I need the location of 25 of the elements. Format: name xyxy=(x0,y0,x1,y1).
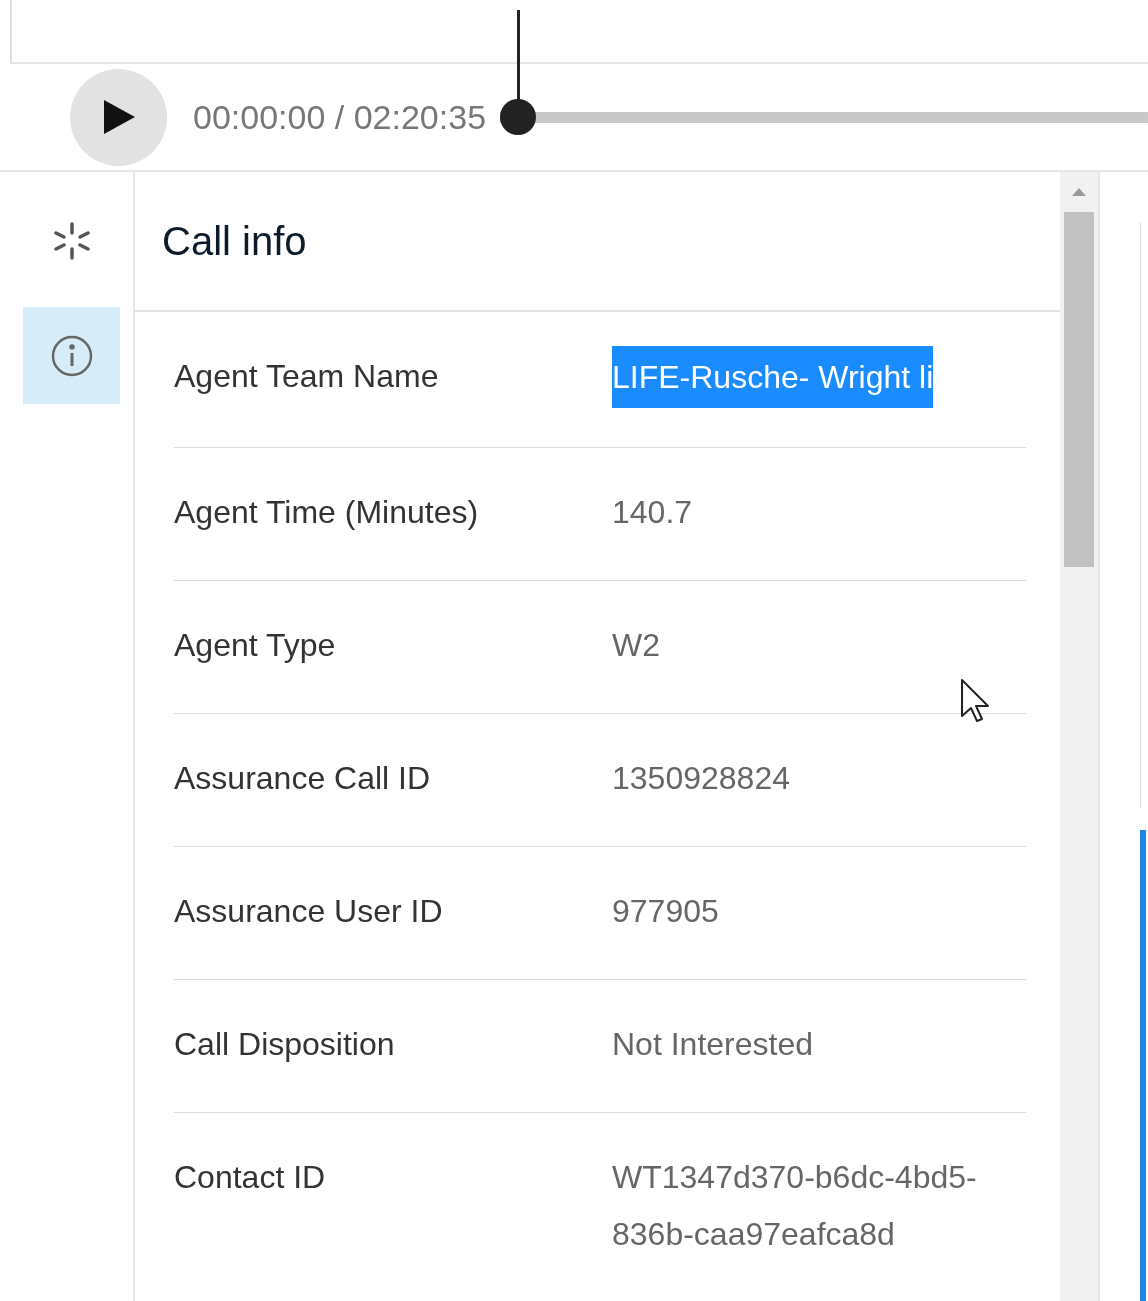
info-icon xyxy=(50,334,93,377)
scroll-up-icon xyxy=(1072,188,1086,196)
cursor-icon xyxy=(960,678,992,724)
field-label: Agent Time (Minutes) xyxy=(174,493,480,532)
asterisk-icon xyxy=(51,220,92,261)
field-label: Agent Type xyxy=(174,626,337,665)
seek-thumb[interactable] xyxy=(500,99,537,135)
field-label: Call Disposition xyxy=(174,1025,396,1064)
field-label: Assurance User ID xyxy=(174,892,444,931)
field-value: Not Interested xyxy=(612,1025,813,1064)
field-value: 977905 xyxy=(612,892,719,931)
playback-time: 00:00:00 / 02:20:35 xyxy=(193,97,487,137)
field-value: W2 xyxy=(612,626,660,665)
scrollbar-thumb[interactable] xyxy=(1064,212,1094,567)
play-icon xyxy=(101,99,136,135)
field-label: Contact ID xyxy=(174,1158,327,1197)
field-value: 140.7 xyxy=(612,493,693,532)
field-value: WT1347d370-b6dc-4bd5-836b-caa97eafca8d xyxy=(612,1158,978,1254)
field-value: LIFE-Rusche- Wright li xyxy=(612,346,934,408)
field-value: 1350928824 xyxy=(612,759,790,798)
field-label: Assurance Call ID xyxy=(174,759,432,798)
sidebar-button[interactable] xyxy=(23,307,120,404)
field-label: Agent Team Name xyxy=(174,357,440,396)
panel-title: Call info xyxy=(162,218,307,264)
scrollbar[interactable] xyxy=(1060,172,1100,1301)
